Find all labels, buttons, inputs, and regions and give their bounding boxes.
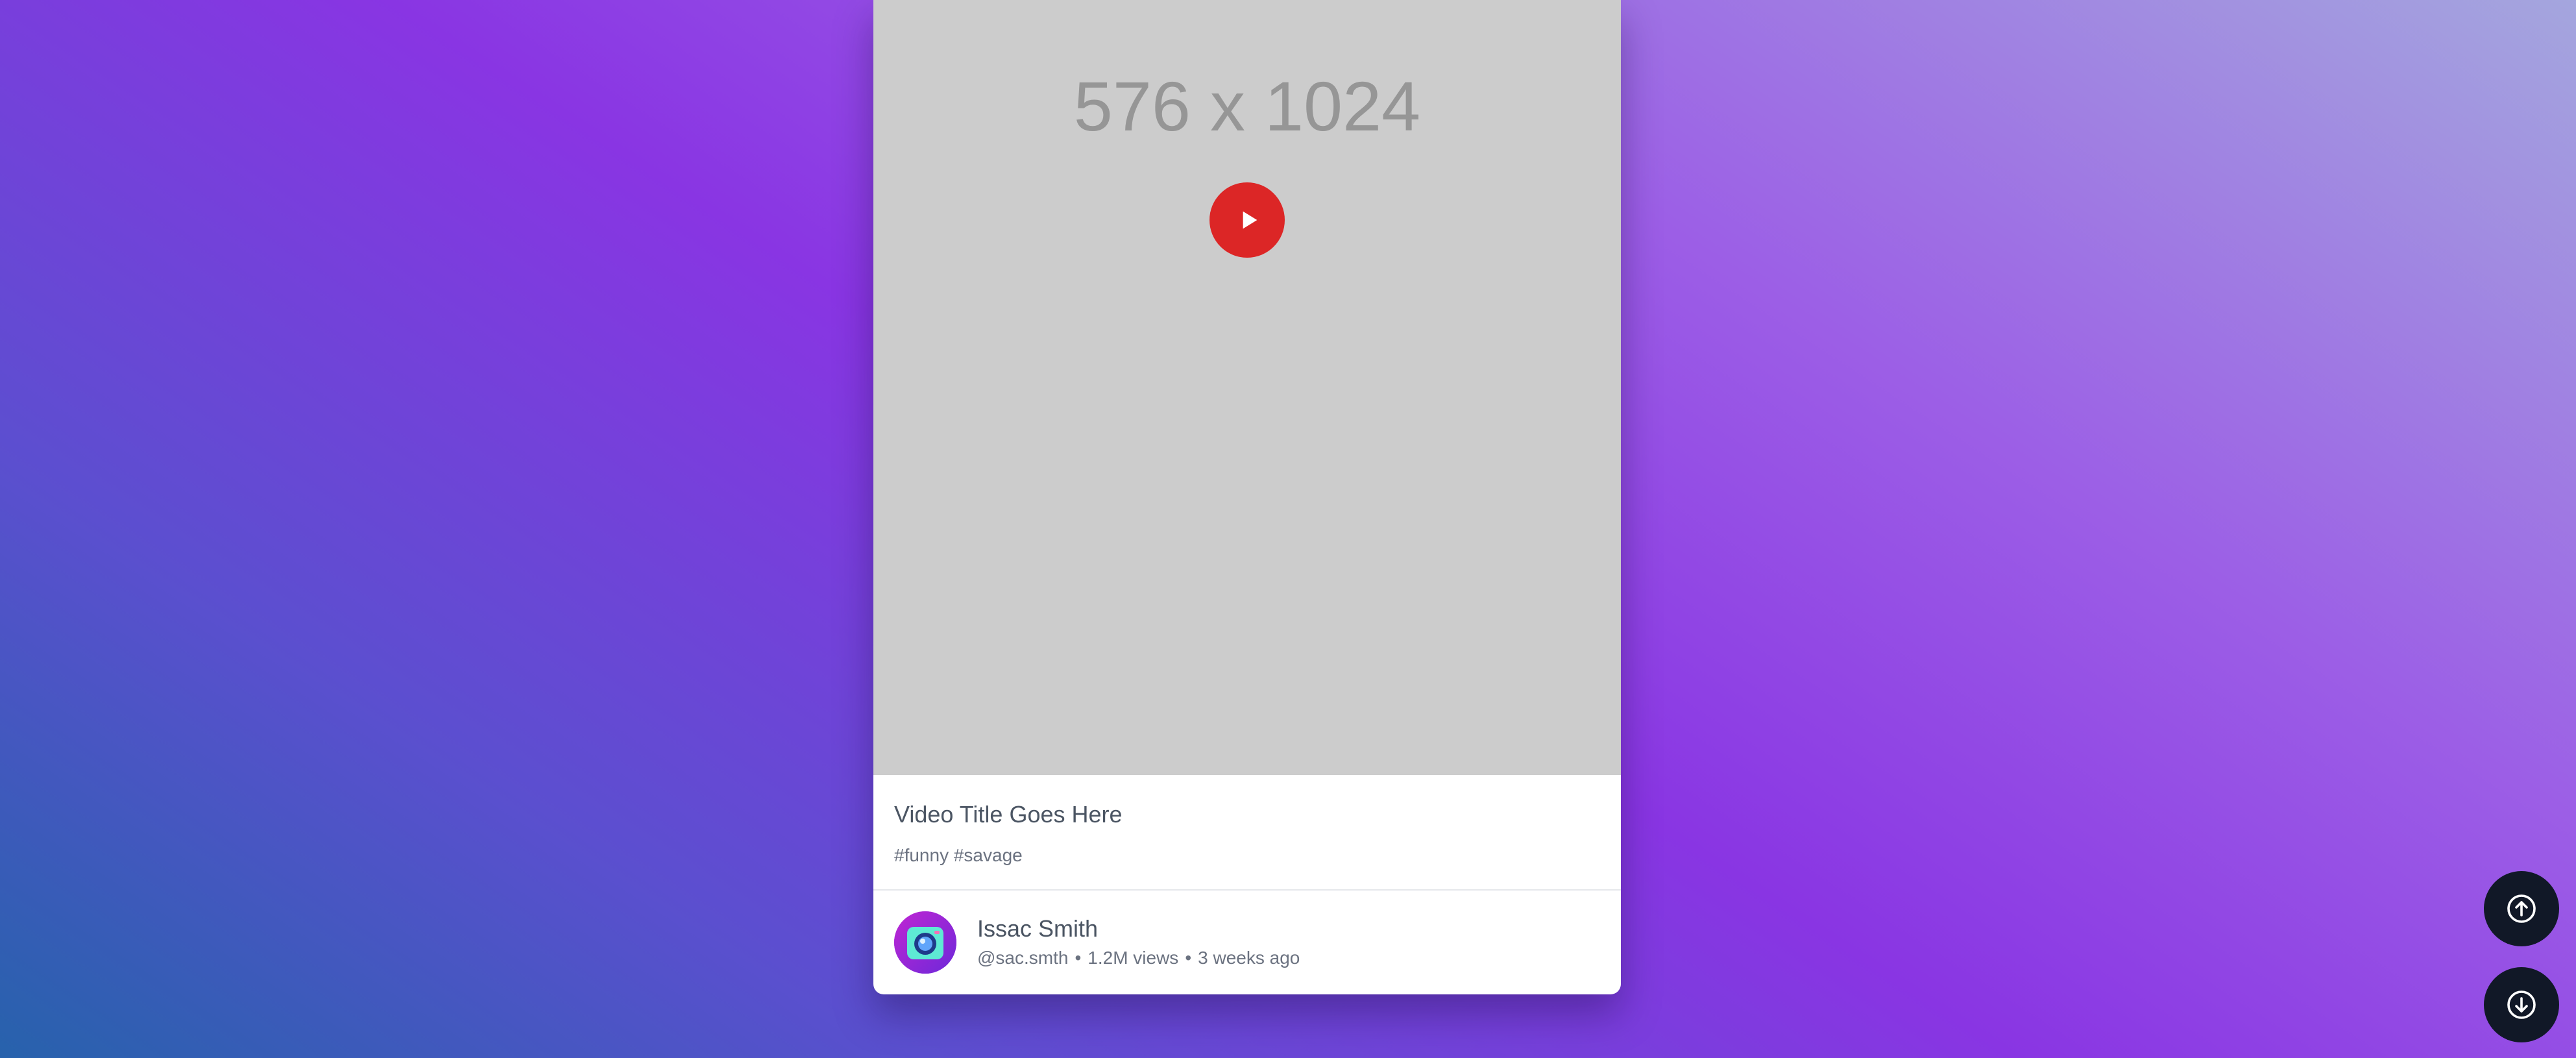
- separator-dot: •: [1075, 948, 1082, 968]
- author-handle[interactable]: @sac.smth: [977, 948, 1068, 968]
- video-card: 576 x 1024 Video Title Goes Here #funny …: [873, 0, 1621, 994]
- separator-dot: •: [1185, 948, 1192, 968]
- arrow-up-circle-icon: [2507, 894, 2536, 923]
- author-section: Issac Smith @sac.smth • 1.2M views • 3 weeks…: [873, 891, 1621, 994]
- play-icon: [1243, 211, 1258, 229]
- author-name[interactable]: Issac Smith: [977, 915, 1098, 942]
- author-meta: @sac.smth • 1.2M views • 3 weeks ago: [977, 948, 1300, 968]
- video-tags: #funny #savage: [894, 845, 1023, 865]
- avatar[interactable]: [894, 911, 956, 974]
- video-info: Video Title Goes Here #funny #savage: [873, 775, 1621, 890]
- video-thumbnail[interactable]: 576 x 1024: [873, 0, 1621, 775]
- scroll-up-button[interactable]: [2484, 871, 2559, 946]
- view-count: 1.2M views: [1088, 948, 1179, 968]
- arrow-down-circle-icon: [2507, 990, 2536, 1019]
- scroll-down-button[interactable]: [2484, 967, 2559, 1042]
- avatar-camera-icon: [894, 911, 956, 974]
- posted-time: 3 weeks ago: [1198, 948, 1300, 968]
- thumbnail-size-label: 576 x 1024: [1073, 67, 1421, 145]
- video-title: Video Title Goes Here: [894, 801, 1123, 828]
- play-button[interactable]: [1209, 182, 1285, 258]
